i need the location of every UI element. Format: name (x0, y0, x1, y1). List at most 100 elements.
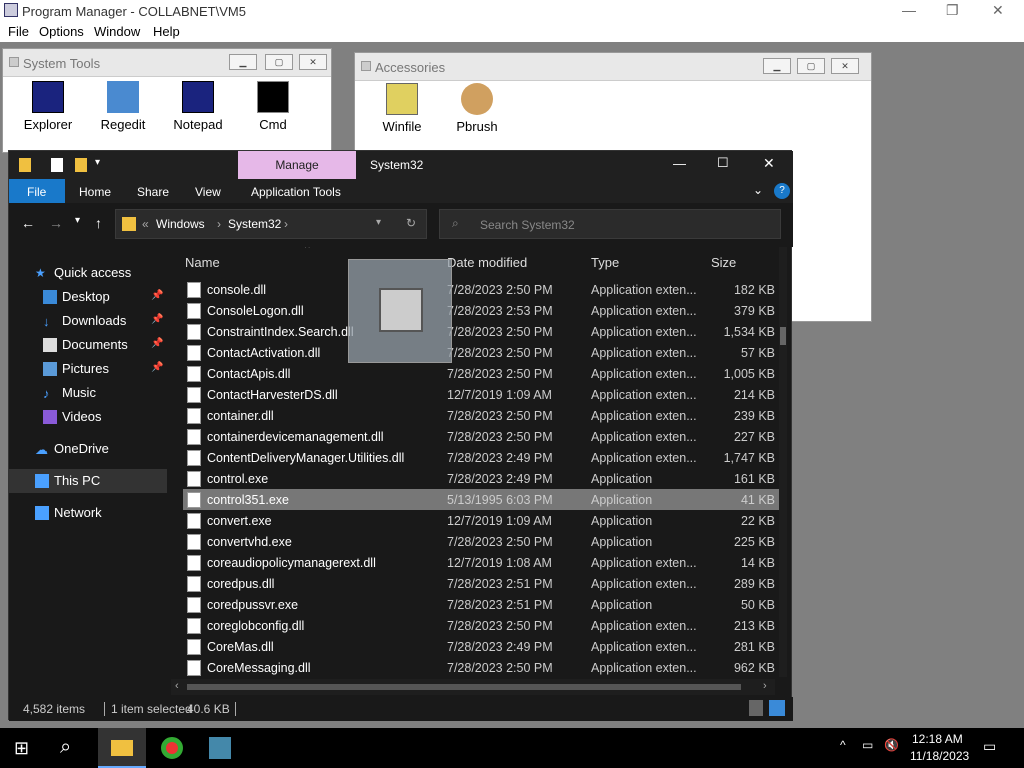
nav-quick-access[interactable]: ★ Quick access (9, 261, 167, 285)
file-row[interactable]: CoreMessaging.dll 7/28/2023 2:50 PM Applic… (183, 657, 783, 677)
column-header-date[interactable]: Date modified (447, 255, 527, 270)
menu-file[interactable]: File (8, 24, 29, 39)
file-row[interactable]: coreglobconfig.dll 7/28/2023 2:50 PM Appli… (183, 615, 783, 636)
close-icon[interactable]: ✕ (992, 2, 1004, 19)
column-header-size[interactable]: Size (711, 255, 736, 270)
breadcrumb-windows[interactable]: Windows (156, 217, 205, 231)
up-icon[interactable]: ↑ (95, 215, 102, 231)
menu-help[interactable]: Help (153, 24, 180, 39)
nav-desktop[interactable]: Desktop 📌 (9, 285, 167, 309)
search-box[interactable]: ⌕ Search System32 (439, 209, 781, 239)
minimize-button[interactable]: ▁ (229, 54, 257, 70)
ribbon-view-tab[interactable]: View (195, 185, 221, 199)
program-explorer[interactable]: Explorer (16, 81, 80, 132)
nav-pictures[interactable]: Pictures 📌 (9, 357, 167, 381)
file-row[interactable]: convertvhd.exe 7/28/2023 2:50 PM Applicati… (183, 531, 783, 552)
minimize-button[interactable]: ▁ (763, 58, 791, 74)
program-cmd[interactable]: Cmd (241, 81, 305, 132)
nav-documents[interactable]: Documents 📌 (9, 333, 167, 357)
notifications-icon[interactable]: ▭ (983, 738, 996, 755)
manage-tab[interactable]: Manage (238, 151, 356, 179)
ribbon-home-tab[interactable]: Home (79, 185, 111, 199)
expand-ribbon-icon[interactable]: ⌄ (753, 183, 763, 197)
file-row[interactable]: coredpussvr.exe 7/28/2023 2:51 PM Applicat… (183, 594, 783, 615)
taskbar-file-explorer[interactable] (98, 728, 146, 768)
menu-window[interactable]: Window (94, 24, 140, 39)
file-row[interactable]: ContentDeliveryManager.Utilities.dll 7/28… (183, 447, 783, 468)
help-icon[interactable]: ? (774, 183, 790, 199)
file-row[interactable]: control.exe 7/28/2023 2:49 PM Application 1… (183, 468, 783, 489)
nav-videos[interactable]: Videos (9, 405, 167, 429)
volume-muted-icon[interactable]: 🔇 (884, 738, 899, 752)
column-header-type[interactable]: Type (591, 255, 619, 270)
nav-downloads[interactable]: ↓ Downloads 📌 (9, 309, 167, 333)
vertical-scrollbar[interactable] (779, 247, 787, 677)
maximize-button[interactable]: ▢ (797, 58, 825, 74)
minimize-icon[interactable]: — (902, 2, 916, 18)
nav-this-pc[interactable]: This PC (9, 469, 167, 493)
forward-icon[interactable]: → (49, 215, 63, 231)
recent-locations-icon[interactable]: ▾ (75, 215, 80, 226)
clock-date[interactable]: 11/18/2023 (910, 749, 969, 763)
file-row[interactable]: container.dll 7/28/2023 2:50 PM Applicatio… (183, 405, 783, 426)
address-dropdown-icon[interactable]: ▾ (376, 217, 381, 228)
close-icon[interactable]: ✕ (763, 155, 775, 172)
pin-icon[interactable]: 📌 (151, 290, 163, 301)
properties-icon[interactable] (51, 158, 63, 172)
pin-icon[interactable]: 📌 (151, 338, 163, 349)
breadcrumb-overflow[interactable]: « (142, 217, 149, 231)
maximize-button[interactable]: ▢ (265, 54, 293, 70)
quick-access-toolbar-dropdown[interactable]: ▾ (95, 157, 100, 168)
show-hidden-icons-icon[interactable]: ^ (840, 738, 846, 752)
breadcrumb-system32[interactable]: System32 (228, 217, 281, 231)
new-folder-icon[interactable] (75, 158, 87, 172)
close-button[interactable]: ✕ (299, 54, 327, 70)
nav-music[interactable]: ♪ Music (9, 381, 167, 405)
group-system-icon[interactable] (361, 61, 371, 71)
hscroll-thumb[interactable] (187, 684, 741, 690)
program-notepad[interactable]: Notepad (166, 81, 230, 132)
file-row[interactable]: ContactActivation.dll 7/28/2023 2:50 PM Ap… (183, 342, 783, 363)
scrollbar-thumb[interactable] (780, 327, 786, 345)
file-row[interactable]: coreaudiopolicymanagerext.dll 12/7/2019 1… (183, 552, 783, 573)
ribbon-share-tab[interactable]: Share (137, 185, 169, 199)
file-row[interactable]: containerdevicemanagement.dll 7/28/2023 2… (183, 426, 783, 447)
file-row[interactable]: ContactHarvesterDS.dll 12/7/2019 1:09 AM A… (183, 384, 783, 405)
file-row[interactable]: convert.exe 12/7/2019 1:09 AM Application 2… (183, 510, 783, 531)
program-winfile[interactable]: Winfile (370, 83, 434, 134)
breadcrumb-chevron-icon[interactable]: › (217, 217, 221, 231)
program-pbrush[interactable]: Pbrush (445, 83, 509, 134)
pin-icon[interactable]: 📌 (151, 362, 163, 373)
search-icon[interactable]: ⌕ (60, 736, 71, 759)
clock-time[interactable]: 12:18 AM (912, 732, 963, 746)
scroll-left-icon[interactable]: ‹ (175, 680, 179, 692)
minimize-icon[interactable]: — (673, 156, 686, 171)
start-icon[interactable]: ⊞ (14, 738, 29, 759)
horizontal-scrollbar[interactable]: ‹ › (171, 679, 775, 695)
large-icons-view-icon[interactable] (769, 700, 785, 716)
program-manager-icon[interactable] (209, 737, 231, 759)
chrome-icon[interactable] (161, 737, 183, 759)
ribbon-file-tab[interactable]: File (9, 179, 65, 203)
file-row[interactable]: CoreMas.dll 7/28/2023 2:49 PM Application … (183, 636, 783, 657)
column-header-name[interactable]: Name (185, 255, 220, 270)
program-regedit[interactable]: Regedit (91, 81, 155, 132)
maximize-icon[interactable]: ☐ (717, 155, 729, 171)
close-button[interactable]: ✕ (831, 58, 859, 74)
back-icon[interactable]: ← (21, 215, 35, 231)
file-row[interactable]: coredpus.dll 7/28/2023 2:51 PM Application… (183, 573, 783, 594)
file-row[interactable]: control351.exe 5/13/1995 6:03 PM Applicati… (183, 489, 783, 510)
details-view-icon[interactable] (749, 700, 763, 716)
group-system-icon[interactable] (9, 57, 19, 67)
nav-onedrive[interactable]: ☁ OneDrive (9, 437, 167, 461)
file-row[interactable]: ConstraintIndex.Search.dll 7/28/2023 2:50… (183, 321, 783, 342)
ribbon-application-tools-tab[interactable]: Application Tools (251, 185, 341, 199)
nav-network[interactable]: Network (9, 501, 167, 525)
network-icon[interactable]: ▭ (862, 738, 873, 752)
pin-icon[interactable]: 📌 (151, 314, 163, 325)
file-row[interactable]: ConsoleLogon.dll 7/28/2023 2:53 PM Applica… (183, 300, 783, 321)
refresh-icon[interactable]: ↻ (406, 216, 416, 230)
address-bar[interactable]: « Windows › System32 › ▾ ↻ (115, 209, 427, 239)
file-row[interactable]: console.dll 7/28/2023 2:50 PM Application … (183, 279, 783, 300)
breadcrumb-chevron-icon[interactable]: › (284, 217, 288, 231)
